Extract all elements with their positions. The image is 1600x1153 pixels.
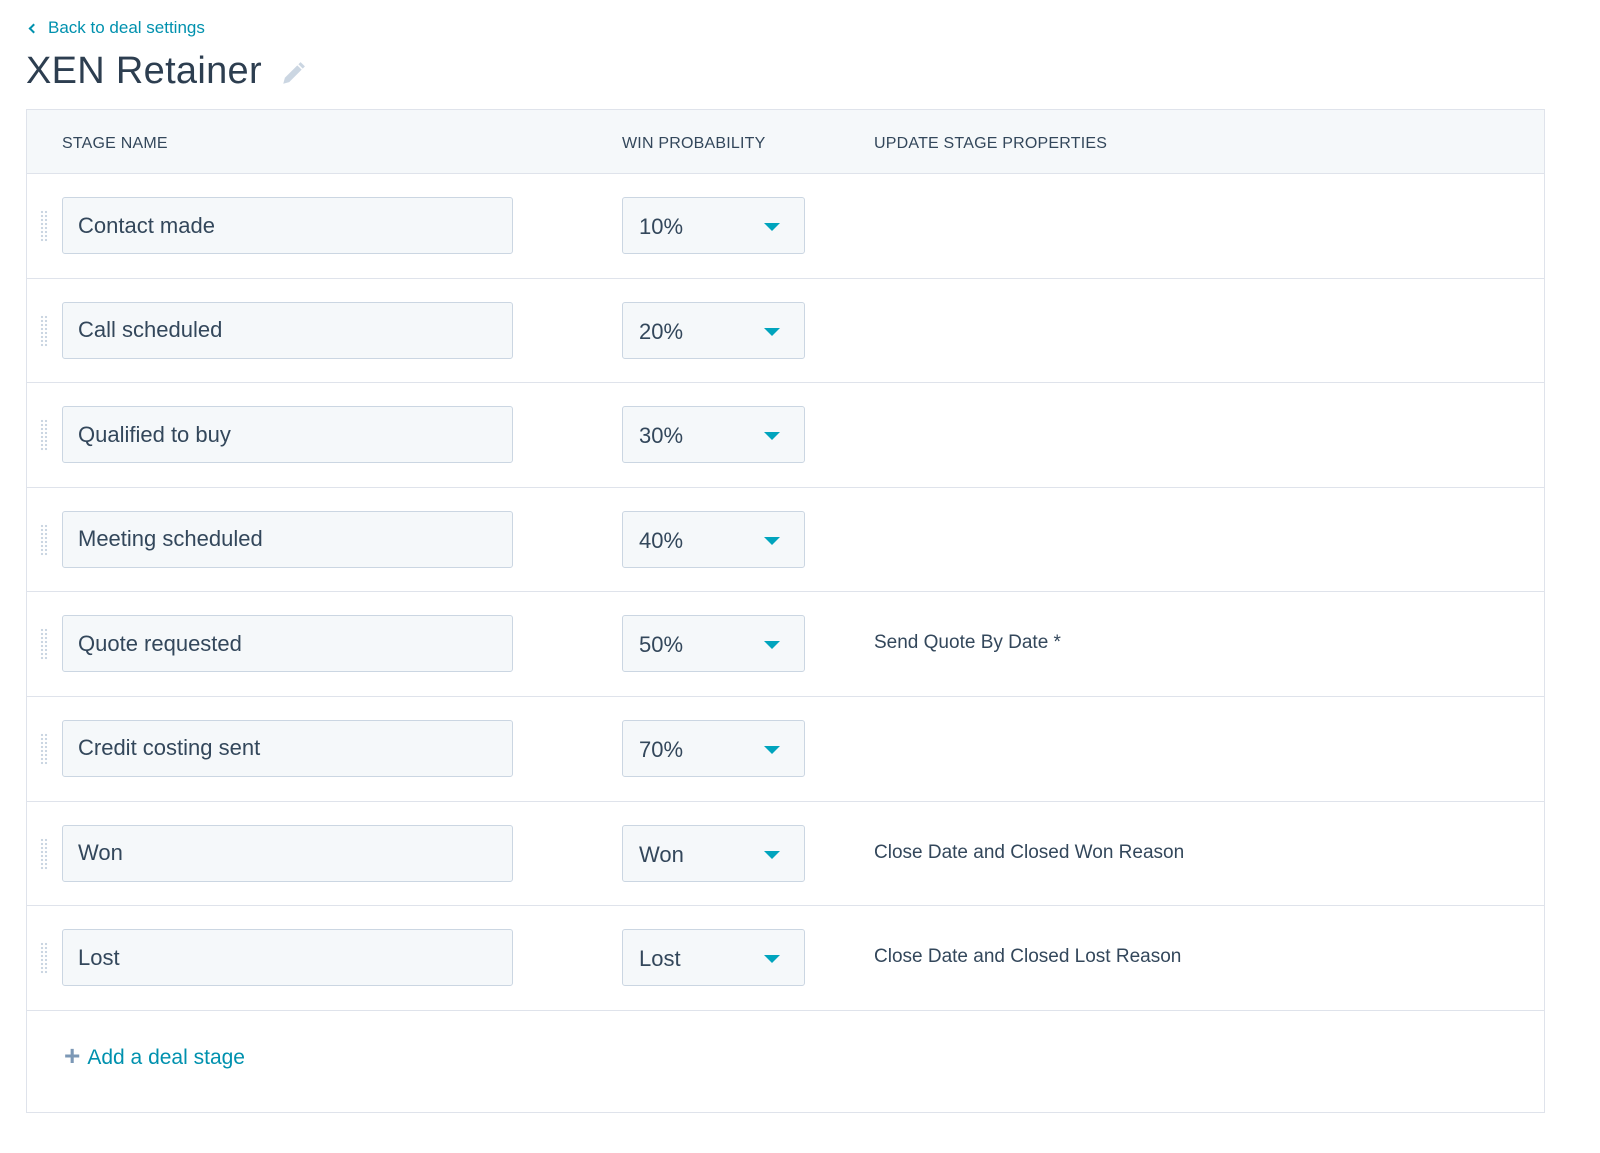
chevron-left-icon (28, 23, 39, 33)
column-header-stage-name: STAGE NAME (62, 135, 168, 152)
win-probability-value: 40% (639, 527, 684, 553)
caret-down-icon (764, 536, 780, 545)
win-probability-select[interactable]: 20% (622, 301, 805, 359)
win-probability-select[interactable]: 70% (622, 719, 805, 777)
win-probability-select[interactable]: 10% (622, 197, 805, 254)
table-row: 20% (27, 279, 1544, 384)
table-row: Won Close Date and Closed Won Reason (27, 802, 1544, 907)
stage-name-input[interactable] (62, 824, 513, 882)
caret-down-icon (764, 955, 780, 964)
caret-down-icon (764, 641, 780, 650)
stage-name-input[interactable] (62, 719, 513, 777)
win-probability-value: 20% (639, 318, 684, 344)
win-probability-select[interactable]: 40% (622, 510, 805, 568)
win-probability-value: 10% (639, 214, 684, 239)
back-to-deal-settings-link[interactable]: Back to deal settings (27, 18, 205, 38)
table-row: 10% (27, 174, 1544, 279)
stage-name-input[interactable] (62, 615, 513, 673)
caret-down-icon (764, 432, 780, 441)
caret-down-icon (764, 223, 780, 231)
win-probability-select[interactable]: 30% (622, 406, 805, 464)
stage-name-input[interactable] (62, 510, 513, 568)
stage-properties-link[interactable]: Close Date and Closed Won Reason (874, 842, 1184, 864)
drag-handle-icon[interactable] (40, 523, 48, 556)
back-link-label: Back to deal settings (48, 18, 205, 37)
caret-down-icon (764, 745, 780, 754)
table-header: STAGE NAME WIN PROBABILITY UPDATE STAGE … (27, 110, 1544, 174)
table-row: 50% Send Quote By Date * (27, 592, 1544, 697)
drag-handle-icon[interactable] (40, 837, 48, 870)
add-deal-stage-button[interactable]: + Add a deal stage (64, 1042, 245, 1070)
table-row: 40% (27, 488, 1544, 593)
stage-properties-link[interactable]: Close Date and Closed Lost Reason (874, 946, 1181, 968)
drag-handle-icon[interactable] (40, 942, 48, 975)
column-header-update-stage-properties: UPDATE STAGE PROPERTIES (874, 135, 1108, 152)
drag-handle-icon[interactable] (40, 314, 48, 347)
stage-name-input[interactable] (62, 406, 513, 464)
win-probability-value: 30% (639, 423, 684, 449)
drag-handle-icon[interactable] (40, 419, 48, 452)
add-deal-stage-label: Add a deal stage (87, 1046, 245, 1069)
win-probability-select[interactable]: Won (622, 824, 805, 882)
win-probability-select[interactable]: 50% (622, 615, 805, 673)
drag-handle-icon[interactable] (40, 210, 48, 242)
caret-down-icon (764, 327, 780, 336)
table-row: 30% (27, 383, 1544, 488)
win-probability-value: 70% (639, 736, 684, 762)
win-probability-value: Lost (639, 946, 681, 972)
stage-properties-link[interactable]: Send Quote By Date * (874, 632, 1061, 654)
plus-icon: + (64, 1040, 81, 1071)
page-title: XEN Retainer (26, 50, 262, 92)
win-probability-select[interactable]: Lost (622, 929, 805, 987)
drag-handle-icon[interactable] (40, 732, 48, 765)
win-probability-value: Won (639, 841, 684, 867)
stage-name-input[interactable] (62, 301, 513, 359)
table-body: 10% 20% 30% 40% 50% Send Quote By Date * 70% Wo… (27, 174, 1544, 1011)
stage-name-input[interactable] (62, 929, 513, 987)
title-row: XEN Retainer (26, 50, 306, 93)
stage-name-input[interactable] (62, 197, 513, 254)
deal-stages-table: STAGE NAME WIN PROBABILITY UPDATE STAGE … (26, 109, 1545, 1113)
caret-down-icon (764, 850, 780, 859)
drag-handle-icon[interactable] (40, 628, 48, 661)
table-row: Lost Close Date and Closed Lost Reason (27, 906, 1544, 1011)
column-header-win-probability: WIN PROBABILITY (622, 135, 766, 152)
win-probability-value: 50% (639, 632, 684, 658)
table-row: 70% (27, 697, 1544, 802)
pencil-icon[interactable] (280, 61, 306, 87)
